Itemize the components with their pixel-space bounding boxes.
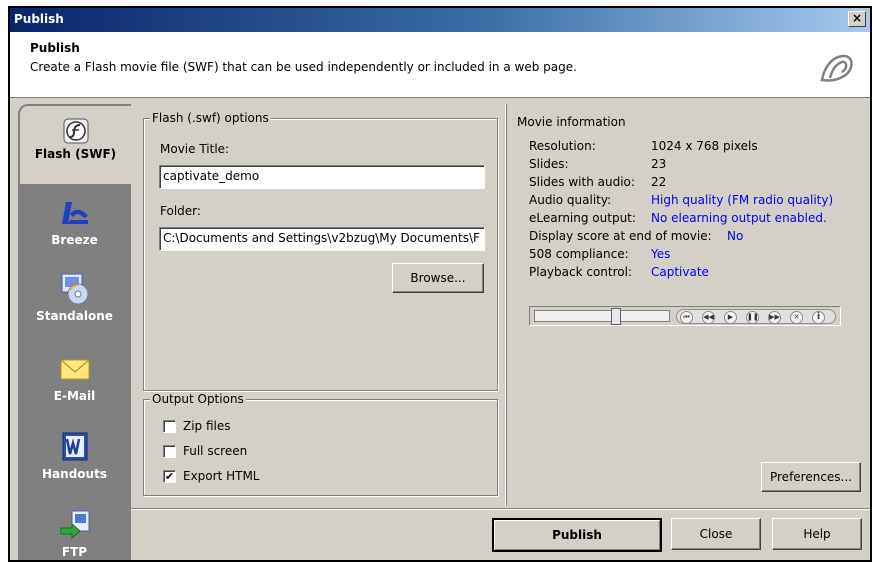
export-html-checkbox[interactable]: ✔ [163,470,176,483]
sidebar-item-breeze[interactable]: Breeze [18,196,131,247]
movie-info-heading: Movie information [517,115,626,129]
compliance-508-link[interactable]: Yes [651,247,670,261]
back-icon[interactable]: ◀◀ [702,311,715,324]
title-bar[interactable]: Publish × [10,8,870,32]
word-icon [62,432,87,461]
standalone-cd-icon [61,273,88,305]
full-screen-label: Full screen [183,444,248,458]
folder-path-input[interactable]: C:\Documents and Settings\v2bzug\My Docu… [159,227,485,251]
publish-dialog: Publish × Publish Create a Flash movie f… [8,6,872,562]
info-key: Resolution: [529,139,596,153]
sidebar-item-standalone[interactable]: Standalone [18,272,131,323]
movie-title-input[interactable]: captivate_demo [159,165,485,189]
close-icon[interactable]: ✕ [790,311,803,324]
audio-quality-link[interactable]: High quality (FM radio quality) [651,193,833,207]
breeze-icon [61,202,88,224]
playbar-preview: ⏮ ◀◀ ▶ ❚❚ ▶▶ ✕ i [529,306,841,326]
folder-label: Folder: [160,204,201,218]
info-key: Audio quality: [529,193,612,207]
flash-options-legend: Flash (.swf) options [150,111,271,125]
ftp-icon [60,510,89,540]
sidebar-item-ftp[interactable]: FTP [18,508,131,559]
playbar-progress-track[interactable] [534,310,670,322]
window-title: Publish [14,12,64,26]
header-title: Publish [30,41,80,55]
playback-control-link[interactable]: Captivate [651,265,709,279]
sidebar-item-label: Breeze [51,233,98,247]
sidebar-item-email[interactable]: E-Mail [18,352,131,403]
export-html-label: Export HTML [183,469,260,483]
header-description: Create a Flash movie file (SWF) that can… [30,60,577,74]
movie-information-panel: Movie information Resolution: 1024 x 768… [506,104,870,506]
publish-button[interactable]: Publish [492,518,662,552]
info-key: Slides: [529,157,569,171]
zip-files-label: Zip files [183,419,231,433]
info-key: Playback control: [529,265,632,279]
info-value: 1024 x 768 pixels [651,139,758,153]
captivate-logo-icon [820,54,853,82]
info-key: Display score at end of movie: [529,229,712,243]
sidebar-item-handouts[interactable]: Handouts [18,430,131,481]
sidebar-item-label: Flash (SWF) [34,147,117,161]
dialog-header: Publish Create a Flash movie file (SWF) … [10,32,870,98]
zip-files-checkbox[interactable] [163,420,176,433]
info-key: Slides with audio: [529,175,635,189]
info-key: eLearning output: [529,211,636,225]
info-key: 508 compliance: [529,247,629,261]
elearning-output-link[interactable]: No elearning output enabled. [651,211,827,225]
flash-icon [63,118,88,144]
rewind-to-start-icon[interactable]: ⏮ [680,311,693,324]
close-button[interactable]: Close [671,518,761,550]
sidebar-item-label: FTP [61,545,88,559]
flash-options-group: Flash (.swf) options [143,111,498,391]
display-score-link[interactable]: No [727,229,743,243]
sidebar-item-label: E-Mail [53,389,96,403]
publish-target-sidebar: Flash (SWF) Breeze Standalone E-Mail Han… [18,104,131,560]
movie-title-label: Movie Title: [160,142,230,156]
sidebar-item-label: Standalone [36,309,113,323]
info-value: 22 [651,175,667,189]
envelope-icon [60,359,89,380]
playbar-progress-thumb[interactable] [611,308,621,325]
sidebar-item-label: Handouts [42,467,107,481]
bottom-separator [131,508,870,510]
output-options-legend: Output Options [150,392,246,406]
info-value: 23 [651,157,667,171]
window-close-button[interactable]: × [848,11,866,27]
preferences-button[interactable]: Preferences... [761,462,861,492]
browse-button[interactable]: Browse... [392,263,484,293]
help-button[interactable]: Help [772,518,862,550]
pause-icon[interactable]: ❚❚ [746,311,759,324]
full-screen-checkbox[interactable] [163,445,176,458]
info-icon[interactable]: i [812,311,825,324]
forward-icon[interactable]: ▶▶ [768,311,781,324]
playbar-controls: ⏮ ◀◀ ▶ ❚❚ ▶▶ ✕ i [676,309,836,324]
sidebar-item-flash-swf[interactable]: Flash (SWF) [20,106,131,184]
play-icon[interactable]: ▶ [724,311,737,324]
